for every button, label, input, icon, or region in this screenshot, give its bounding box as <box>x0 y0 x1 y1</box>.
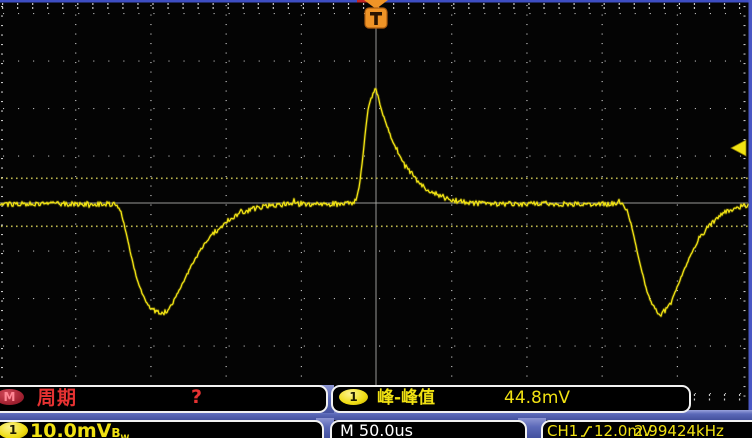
measurement-pkpk-label: 峰-峰值 <box>377 388 436 408</box>
oscilloscope-screen: M 周期 ? 1 峰-峰值 44.8mV 1 10.0mVBW M 50.0us… <box>0 0 752 438</box>
channel-scale-value: 10.0mV <box>30 420 112 438</box>
timebase-readout: M 50.0us <box>340 421 413 438</box>
rising-edge-icon <box>581 426 592 437</box>
measurement-period-label: 周期 <box>37 387 78 409</box>
bandwidth-limit-indicator: BW <box>111 426 130 438</box>
channel-scale-readout: 10.0mVBW <box>30 421 129 438</box>
measurement-period-value: ? <box>191 386 203 408</box>
trigger-source: CH1 <box>547 422 579 438</box>
channel-1-badge: 1 <box>0 422 28 438</box>
waveform-display <box>0 0 752 411</box>
trigger-frequency: 2.99424kHz <box>634 422 724 438</box>
trigger-position-marker <box>364 0 388 29</box>
ch1-source-badge: 1 <box>339 389 368 405</box>
trigger-level-arrow-icon <box>730 139 747 157</box>
measurement-pkpk-value: 44.8mV <box>504 388 571 408</box>
